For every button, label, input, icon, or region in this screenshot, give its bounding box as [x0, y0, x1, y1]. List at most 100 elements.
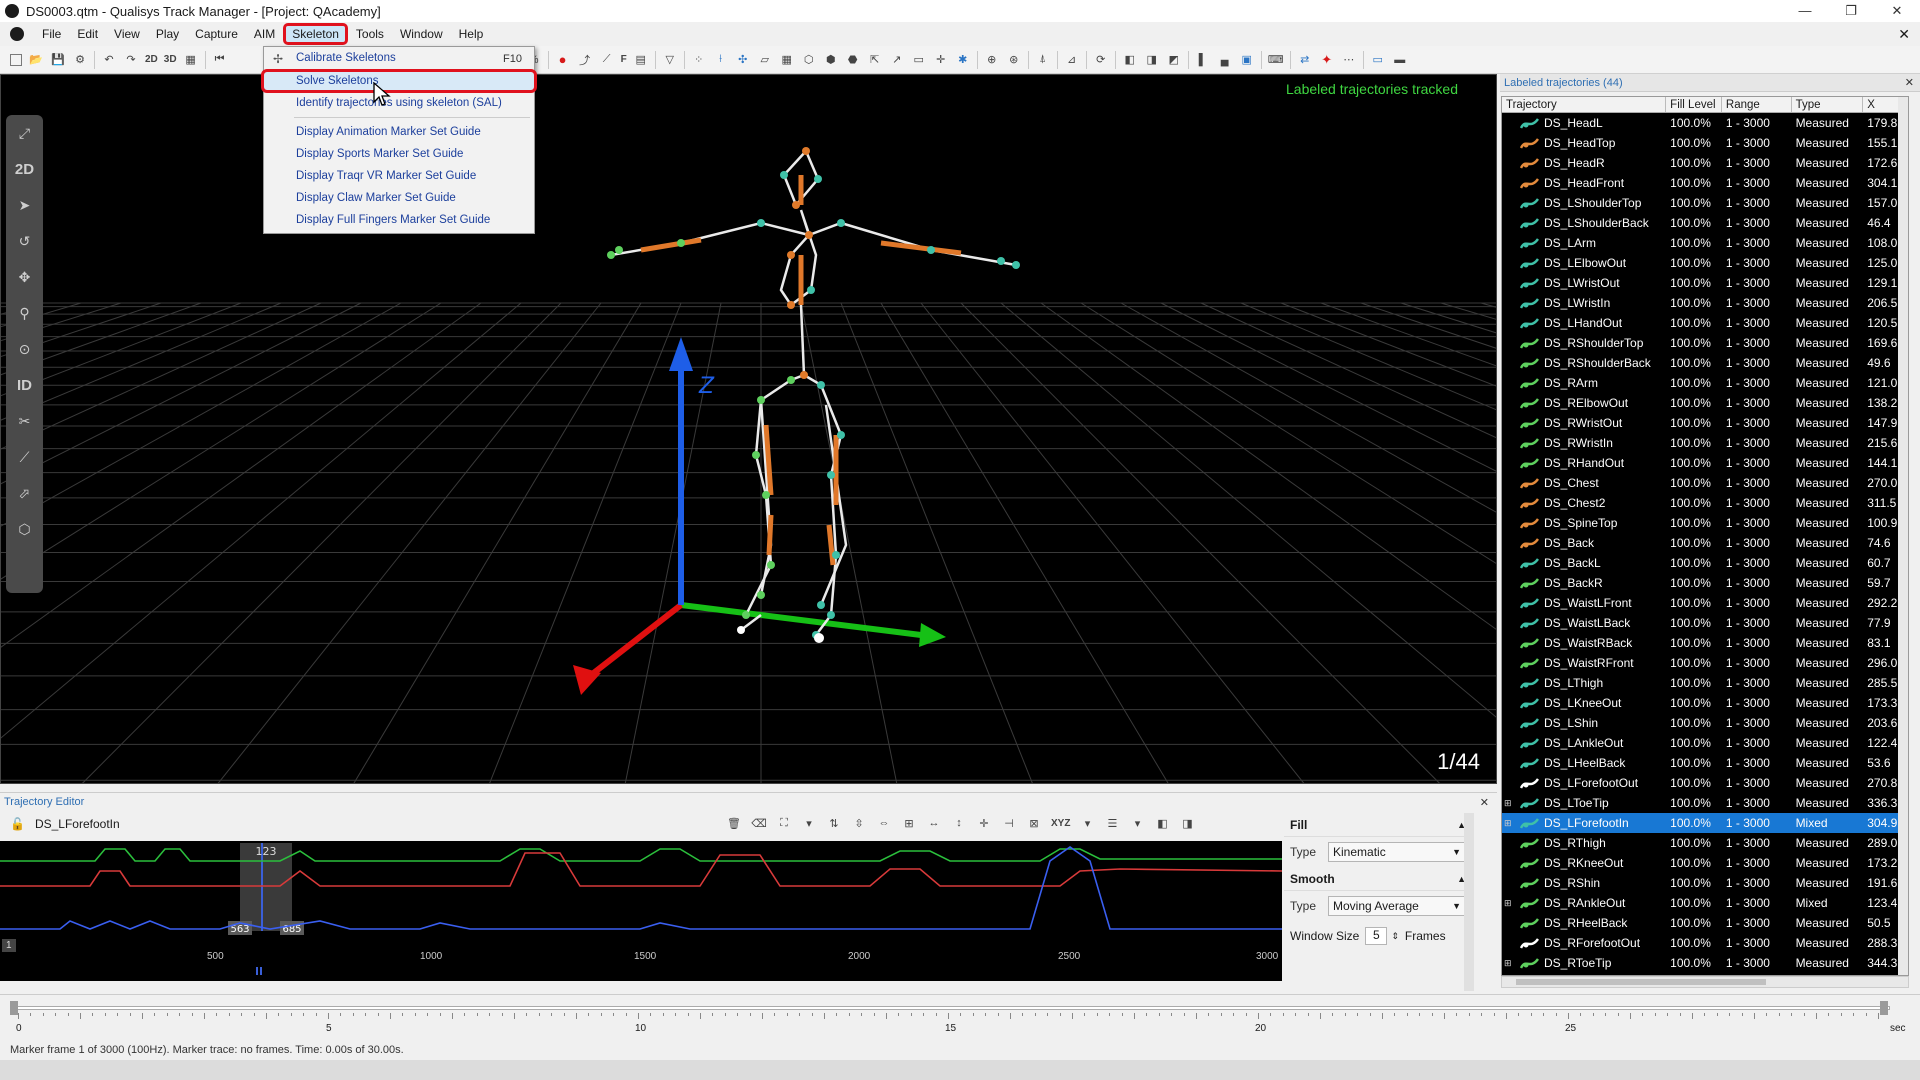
trajectory-row[interactable]: DS_LHandOut 100.0% 1 - 3000 Measured 120.5: [1502, 313, 1908, 333]
undo-icon[interactable]: ↶: [101, 52, 117, 68]
grid-icon[interactable]: ▤: [633, 52, 649, 68]
panel-toggle-icon[interactable]: ▭: [1370, 52, 1386, 68]
window-size-stepper[interactable]: ⇕: [1391, 931, 1399, 942]
rotate-icon[interactable]: ↺: [13, 229, 37, 253]
fill-dropdown-icon[interactable]: ▾: [801, 815, 817, 831]
3d-view[interactable]: Z ⤢ 2D ➤ ↺ ✥ ⚲ ⊙ ID ✂ ⟋ ⬀ ⬡ Labeled traj…: [0, 74, 1497, 784]
volume-icon[interactable]: ⬡: [801, 52, 817, 68]
scroll-thumb[interactable]: [1516, 979, 1766, 985]
col-trajectory[interactable]: Trajectory: [1502, 97, 1667, 112]
fill-bucket-icon[interactable]: ⛶: [776, 815, 792, 831]
trajectory-row[interactable]: DS_SpineTop 100.0% 1 - 3000 Measured 100.9: [1502, 513, 1908, 533]
xyz-dropdown-icon[interactable]: ▾: [1079, 815, 1095, 831]
fit-all-icon[interactable]: ⊞: [901, 815, 917, 831]
trajectory-row[interactable]: DS_RShoulderBack 100.0% 1 - 3000 Measured 49…: [1502, 353, 1908, 373]
menu-item-solve-skeletons[interactable]: Solve Skeletons: [296, 75, 378, 87]
plugin-icon[interactable]: ✦: [1319, 52, 1335, 68]
terminal-icon[interactable]: ⌨: [1268, 52, 1284, 68]
trajectory-row[interactable]: DS_RWristOut 100.0% 1 - 3000 Measured 147.9: [1502, 413, 1908, 433]
bone-tool-icon[interactable]: ⟋: [13, 445, 37, 469]
timeline[interactable]: 0 5 10 15 20 25 sec: [0, 994, 1920, 1039]
trajectory-row[interactable]: ⊞ DS_RAnkleOut 100.0% 1 - 3000 Mixed 123.4: [1502, 893, 1908, 913]
crosshair-icon[interactable]: ⊕: [984, 52, 1000, 68]
trace-select-icon[interactable]: ⬀: [13, 481, 37, 505]
y-axis-scale-icon[interactable]: ⇅: [826, 815, 842, 831]
trajectory-row[interactable]: DS_LArm 100.0% 1 - 3000 Measured 108.0: [1502, 233, 1908, 253]
timeline-track[interactable]: [10, 1006, 1890, 1010]
trajectory-row[interactable]: DS_BackR 100.0% 1 - 3000 Measured 59.7: [1502, 573, 1908, 593]
panel-bottom-icon[interactable]: ▄: [1217, 52, 1233, 68]
trajectory-row[interactable]: DS_LElbowOut 100.0% 1 - 3000 Measured 125.0: [1502, 253, 1908, 273]
arrow-tool-icon[interactable]: ↗: [889, 52, 905, 68]
view-2d-button[interactable]: 2D: [145, 52, 158, 68]
new-file-icon[interactable]: [10, 53, 22, 66]
floor-grid-icon[interactable]: ▦: [779, 52, 795, 68]
trajectory-row[interactable]: DS_LForefootOut 100.0% 1 - 3000 Measured 270…: [1502, 773, 1908, 793]
settings-gear-icon[interactable]: ⚙: [72, 52, 88, 68]
expand-icon[interactable]: ⊞: [1504, 818, 1514, 829]
menu-edit[interactable]: Edit: [69, 25, 106, 43]
xyz-button[interactable]: XYZ: [1051, 815, 1070, 831]
col-type[interactable]: Type: [1792, 97, 1864, 112]
view-options-icon[interactable]: ⋯: [1341, 52, 1357, 68]
layout-3-icon[interactable]: ◩: [1166, 52, 1182, 68]
trajectory-row[interactable]: DS_WaistLFront 100.0% 1 - 3000 Measured 292.…: [1502, 593, 1908, 613]
auto-scale-icon[interactable]: ⊠: [1026, 815, 1042, 831]
auto-fit-vertical-icon[interactable]: ⇳: [851, 815, 867, 831]
view-3d-button[interactable]: 3D: [164, 52, 177, 68]
center-icon[interactable]: ⊙: [13, 337, 37, 361]
markers-icon[interactable]: ⁘: [691, 52, 707, 68]
layout-1-icon[interactable]: ◧: [1122, 52, 1138, 68]
trajectory-row[interactable]: DS_Chest 100.0% 1 - 3000 Measured 270.0: [1502, 473, 1908, 493]
menu-window[interactable]: Window: [392, 25, 451, 43]
skeleton-view-icon[interactable]: ✣: [735, 52, 751, 68]
trajectory-row[interactable]: DS_LWristIn 100.0% 1 - 3000 Measured 206.5: [1502, 293, 1908, 313]
menu-aim[interactable]: AIM: [246, 25, 283, 43]
cut-trajectory-icon[interactable]: ✂: [13, 409, 37, 433]
fill-panel-scrollbar[interactable]: [1464, 813, 1474, 991]
menu-item-traqr-guide[interactable]: Display Traqr VR Marker Set Guide: [296, 170, 476, 182]
f-button[interactable]: F: [621, 52, 627, 68]
cursor-select-icon[interactable]: ⇱: [867, 52, 883, 68]
trajectory-row[interactable]: DS_LShin 100.0% 1 - 3000 Measured 203.6: [1502, 713, 1908, 733]
trajectory-row[interactable]: DS_HeadFront 100.0% 1 - 3000 Measured 304.1: [1502, 173, 1908, 193]
menu-play[interactable]: Play: [148, 25, 187, 43]
col-range[interactable]: Range: [1722, 97, 1792, 112]
cube-icon[interactable]: ⬡: [13, 517, 37, 541]
expand-icon[interactable]: ⊞: [1504, 798, 1514, 809]
close-window-button[interactable]: ✕: [1874, 3, 1920, 19]
minimize-button[interactable]: —: [1782, 3, 1828, 19]
crosshair-tool-icon[interactable]: ✛: [976, 815, 992, 831]
split-icon[interactable]: ⊣: [1001, 815, 1017, 831]
more-panels-icon[interactable]: ▬: [1392, 52, 1408, 68]
trajectory-row[interactable]: DS_LKneeOut 100.0% 1 - 3000 Measured 173.3: [1502, 693, 1908, 713]
smooth-type-select[interactable]: Moving Average ▼: [1328, 896, 1466, 916]
layout-right-icon[interactable]: ◨: [1179, 815, 1195, 831]
trajectory-row[interactable]: DS_LAnkleOut 100.0% 1 - 3000 Measured 122.4: [1502, 733, 1908, 753]
expand-icon[interactable]: ⊞: [1504, 898, 1514, 909]
redo-icon[interactable]: ↷: [123, 52, 139, 68]
filter-icon[interactable]: ▽: [662, 52, 678, 68]
zoom-icon[interactable]: ⚲: [13, 301, 37, 325]
camera-icon[interactable]: ⬢: [823, 52, 839, 68]
smooth-section-header[interactable]: Smooth ▲: [1284, 867, 1474, 891]
trajectory-row[interactable]: ⊞ DS_LToeTip 100.0% 1 - 3000 Measured 336.3: [1502, 793, 1908, 813]
close-panel-icon[interactable]: ✕: [1905, 76, 1914, 89]
open-folder-icon[interactable]: 📂: [28, 52, 44, 68]
trajectory-row[interactable]: DS_HeadTop 100.0% 1 - 3000 Measured 155.1: [1502, 133, 1908, 153]
move-icon[interactable]: ✥: [13, 265, 37, 289]
trajectory-row[interactable]: DS_LWristOut 100.0% 1 - 3000 Measured 129.1: [1502, 273, 1908, 293]
eraser-icon[interactable]: ⌫: [751, 815, 767, 831]
trajectory-plot[interactable]: 123 563 685 1 500 1000 1500 2000 2500 30…: [0, 841, 1283, 981]
menu-item-claw-guide[interactable]: Display Claw Marker Set Guide: [296, 192, 456, 204]
trajectory-row[interactable]: DS_WaistLBack 100.0% 1 - 3000 Measured 77.9: [1502, 613, 1908, 633]
trajectory-row[interactable]: DS_Chest2 100.0% 1 - 3000 Measured 311.5: [1502, 493, 1908, 513]
trajectory-row[interactable]: DS_RShoulderTop 100.0% 1 - 3000 Measured 169…: [1502, 333, 1908, 353]
video-icon[interactable]: ▭: [911, 52, 927, 68]
menu-capture[interactable]: Capture: [187, 25, 246, 43]
expand-icon[interactable]: ⊞: [1504, 958, 1514, 969]
axes-icon[interactable]: ✛: [933, 52, 949, 68]
panel-left-icon[interactable]: ▌: [1195, 52, 1211, 68]
trajectory-row[interactable]: DS_RElbowOut 100.0% 1 - 3000 Measured 138.2: [1502, 393, 1908, 413]
trajectory-row[interactable]: DS_RShin 100.0% 1 - 3000 Measured 191.6: [1502, 873, 1908, 893]
